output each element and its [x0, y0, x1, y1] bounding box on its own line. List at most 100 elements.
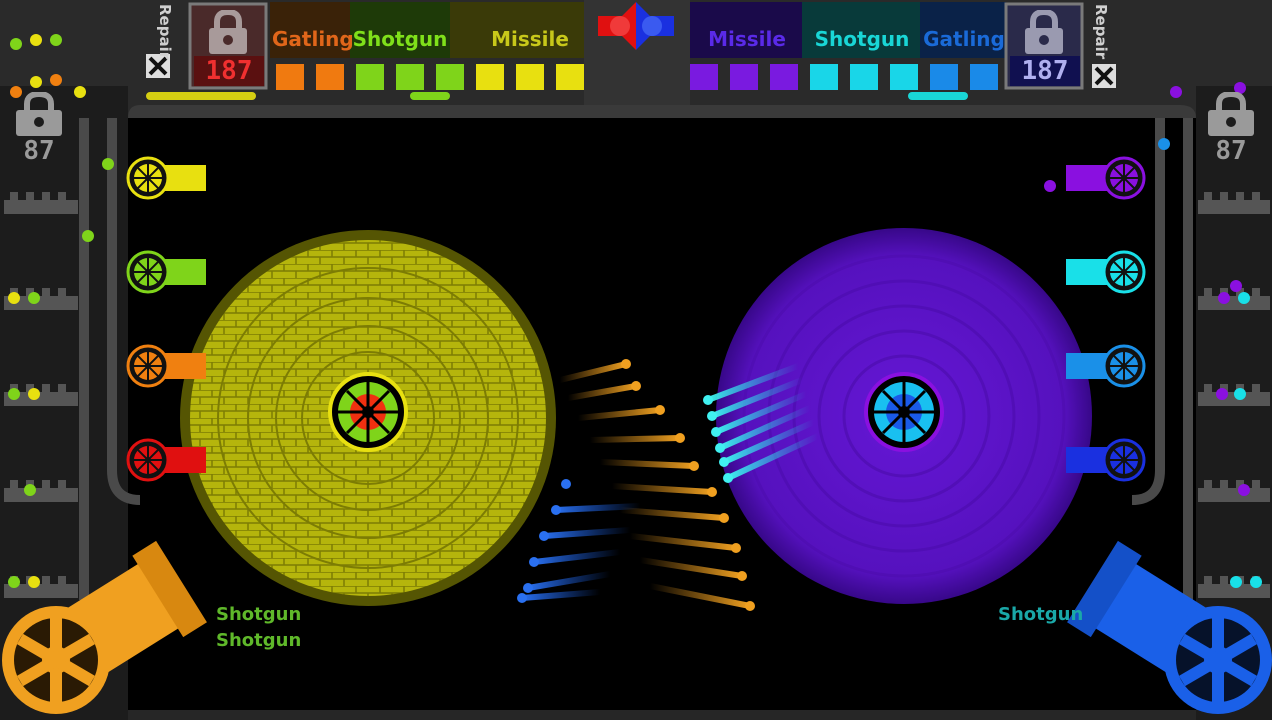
shelf-crenel — [42, 192, 50, 200]
pellet — [719, 513, 729, 523]
shelf-crenel — [58, 576, 66, 584]
shelf — [1198, 392, 1270, 406]
ammo-dot — [8, 388, 20, 400]
ammo-dot — [24, 484, 36, 496]
left-feed-line-2: Shotgun — [216, 630, 302, 651]
shelf-crenel — [1252, 288, 1260, 296]
left-ammo-box — [516, 64, 544, 90]
pellet — [621, 359, 631, 369]
right-ammo-box — [890, 64, 918, 90]
pellet — [675, 433, 685, 443]
ammo-dot — [1230, 576, 1242, 588]
tab-left-missile[interactable]: Missile — [470, 24, 590, 54]
left-ammo-box — [476, 64, 504, 90]
pellet — [707, 411, 717, 421]
pellet — [707, 487, 717, 497]
tab-right-shotgun[interactable]: Shotgun — [804, 24, 920, 54]
ammo-dot — [1238, 484, 1250, 496]
tab-right-missile[interactable]: Missile — [692, 24, 802, 54]
left-top-lock-count: 187 — [194, 56, 264, 86]
pellet-trail — [553, 503, 643, 513]
ammo-dot — [28, 576, 40, 588]
shelf-crenel — [1220, 576, 1228, 584]
shelf-crenel — [1204, 576, 1212, 584]
shelf — [4, 200, 78, 214]
right-ammo-box — [690, 64, 718, 90]
shelf — [4, 488, 78, 502]
left-side-padlock-icon — [12, 92, 66, 136]
shelf — [1198, 488, 1270, 502]
ammo-dot — [8, 576, 20, 588]
left-repair-label[interactable]: Repair — [156, 4, 174, 59]
shelf — [1198, 296, 1270, 310]
left-ammo-box — [396, 64, 424, 90]
shelf-crenel — [26, 192, 34, 200]
pellet-trail — [587, 435, 683, 443]
ammo-dot — [1044, 180, 1056, 192]
pellet — [715, 443, 725, 453]
left-core — [328, 372, 408, 452]
pellet — [631, 381, 641, 391]
right-ammo-box — [930, 64, 958, 90]
right-repair-label[interactable]: Repair — [1092, 4, 1110, 59]
pellet — [517, 593, 527, 603]
shelf-crenel — [58, 480, 66, 488]
ammo-dot — [1218, 292, 1230, 304]
shelf-crenel — [58, 384, 66, 392]
shelf-crenel — [1220, 480, 1228, 488]
right-top-lock-count: 187 — [1010, 56, 1080, 86]
shelf-crenel — [1236, 192, 1244, 200]
shelf-crenel — [58, 288, 66, 296]
pellet — [655, 405, 665, 415]
shelf-crenel — [42, 288, 50, 296]
right-feed-line-1: Shotgun — [998, 604, 1084, 625]
ammo-dot — [50, 34, 62, 46]
pellet — [529, 557, 539, 567]
pellet — [731, 543, 741, 553]
shelf-crenel — [1252, 192, 1260, 200]
pellet — [711, 427, 721, 437]
ammo-dot — [82, 230, 94, 242]
ammo-dot — [1234, 388, 1246, 400]
ammo-dot — [8, 292, 20, 304]
pellet — [551, 505, 561, 515]
right-ammo-box — [970, 64, 998, 90]
right-side-lock-count: 87 — [1215, 136, 1247, 166]
pellet — [703, 395, 713, 405]
shelf-crenel — [1252, 384, 1260, 392]
ammo-dot — [102, 158, 114, 170]
shelf-crenel — [1220, 192, 1228, 200]
pellet-trail — [597, 459, 697, 469]
pellet — [737, 571, 747, 581]
ammo-dot — [1238, 292, 1250, 304]
ammo-dot — [28, 292, 40, 304]
ammo-dot — [1250, 576, 1262, 588]
ammo-dot — [10, 38, 22, 50]
right-core — [864, 372, 944, 452]
right-ammo-box — [810, 64, 838, 90]
right-side-padlock-icon — [1204, 92, 1258, 136]
pellet — [561, 479, 571, 489]
left-feed-line-1: Shotgun — [216, 604, 302, 625]
left-ammo-box — [356, 64, 384, 90]
right-top-padlock-icon — [1019, 10, 1069, 54]
ammo-dot — [30, 76, 42, 88]
ammo-dot — [30, 34, 42, 46]
right-repair-hammer-wrench-icon — [1092, 64, 1116, 88]
shelf-crenel — [42, 480, 50, 488]
tab-left-shotgun[interactable]: Shotgun — [352, 24, 448, 54]
ammo-dot — [50, 74, 62, 86]
left-side-lock-count: 87 — [23, 136, 55, 166]
ammo-dot — [74, 86, 86, 98]
shelf-crenel — [42, 576, 50, 584]
pellet — [539, 531, 549, 541]
game-screen: 187 187 87 87 Repair Repair Gatling Shot… — [0, 0, 1272, 720]
pellet — [523, 583, 533, 593]
ammo-dot — [1158, 138, 1170, 150]
left-ammo-box — [316, 64, 344, 90]
shelf-crenel — [10, 480, 18, 488]
left-ammo-box — [436, 64, 464, 90]
tab-right-gatling[interactable]: Gatling — [922, 24, 1006, 54]
tab-left-gatling[interactable]: Gatling — [272, 24, 354, 54]
ammo-dot — [1230, 280, 1242, 292]
